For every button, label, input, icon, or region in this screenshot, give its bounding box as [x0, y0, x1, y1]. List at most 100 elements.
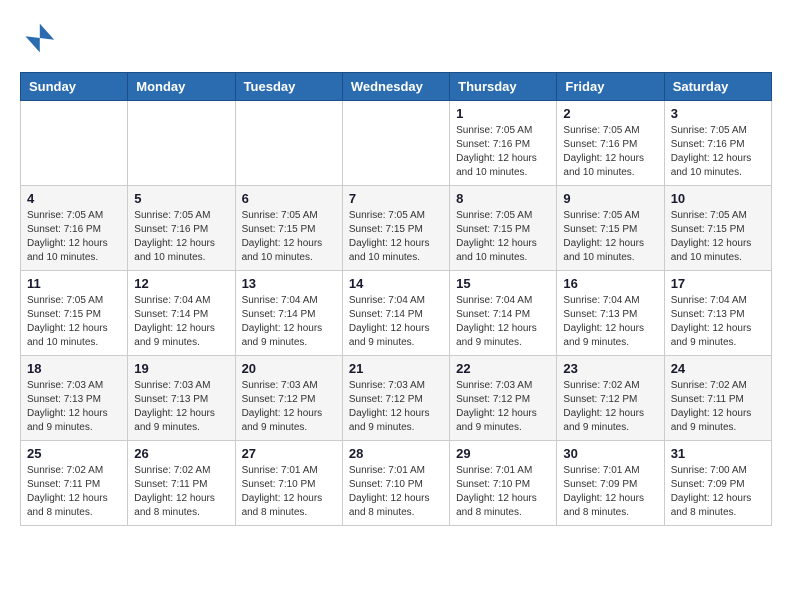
day-number: 28 — [349, 446, 443, 461]
calendar-cell: 29Sunrise: 7:01 AM Sunset: 7:10 PM Dayli… — [450, 441, 557, 526]
day-info: Sunrise: 7:00 AM Sunset: 7:09 PM Dayligh… — [671, 464, 765, 520]
day-info: Sunrise: 7:02 AM Sunset: 7:12 PM Dayligh… — [563, 379, 657, 435]
day-number: 10 — [671, 191, 765, 206]
calendar-cell: 15Sunrise: 7:04 AM Sunset: 7:14 PM Dayli… — [450, 271, 557, 356]
calendar-cell: 11 Sunrise: 7:05 AM Sunset: 7:15 PM Dayli… — [21, 271, 128, 356]
page-header — [20, 20, 772, 56]
calendar-cell: 20 Sunrise: 7:03 AM Sunset: 7:12 PM Dayli… — [235, 356, 342, 441]
calendar-week-5: 25 Sunrise: 7:02 AM Sunset: 7:11 PM Dayli… — [21, 441, 772, 526]
day-info: Sunrise: 7:05 AM Sunset: 7:15 PM Dayligh… — [456, 209, 550, 265]
day-number: 18 — [27, 361, 121, 376]
day-info: Sunrise: 7:03 AM Sunset: 7:13 PM Dayligh… — [134, 379, 228, 435]
calendar-cell: 26 Sunrise: 7:02 AM Sunset: 7:11 PM Dayli… — [128, 441, 235, 526]
day-info: Sunrise: 7:01 AM Sunset: 7:10 PM Dayligh… — [242, 464, 336, 520]
calendar-cell: 18 Sunrise: 7:03 AM Sunset: 7:13 PM Dayli… — [21, 356, 128, 441]
day-info: Sunrise: 7:05 AM Sunset: 7:15 PM Dayligh… — [671, 209, 765, 265]
calendar-cell: 10 Sunrise: 7:05 AM Sunset: 7:15 PM Dayli… — [664, 186, 771, 271]
day-number: 31 — [671, 446, 765, 461]
header-friday: Friday — [557, 73, 664, 101]
day-number: 26 — [134, 446, 228, 461]
calendar-cell: 21Sunrise: 7:03 AM Sunset: 7:12 PM Dayli… — [342, 356, 449, 441]
calendar-cell: 19 Sunrise: 7:03 AM Sunset: 7:13 PM Dayli… — [128, 356, 235, 441]
day-number: 24 — [671, 361, 765, 376]
day-info: Sunrise: 7:04 AM Sunset: 7:13 PM Dayligh… — [671, 294, 765, 350]
day-info: Sunrise: 7:02 AM Sunset: 7:11 PM Dayligh… — [671, 379, 765, 435]
day-number: 3 — [671, 106, 765, 121]
calendar-cell: 5 Sunrise: 7:05 AM Sunset: 7:16 PM Daylig… — [128, 186, 235, 271]
calendar-cell: 30Sunrise: 7:01 AM Sunset: 7:09 PM Dayli… — [557, 441, 664, 526]
day-number: 8 — [456, 191, 550, 206]
day-info: Sunrise: 7:03 AM Sunset: 7:13 PM Dayligh… — [27, 379, 121, 435]
day-info: Sunrise: 7:04 AM Sunset: 7:14 PM Dayligh… — [242, 294, 336, 350]
day-info: Sunrise: 7:05 AM Sunset: 7:15 PM Dayligh… — [349, 209, 443, 265]
calendar-cell: 22 Sunrise: 7:03 AM Sunset: 7:12 PM Dayli… — [450, 356, 557, 441]
calendar-cell: 12 Sunrise: 7:04 AM Sunset: 7:14 PM Dayli… — [128, 271, 235, 356]
day-number: 22 — [456, 361, 550, 376]
day-number: 11 — [27, 276, 121, 291]
logo-icon — [20, 20, 56, 56]
day-info: Sunrise: 7:01 AM Sunset: 7:10 PM Dayligh… — [349, 464, 443, 520]
calendar-cell — [21, 101, 128, 186]
calendar-week-1: 1 Sunrise: 7:05 AM Sunset: 7:16 PM Daylig… — [21, 101, 772, 186]
calendar-header-row: SundayMondayTuesdayWednesdayThursdayFrid… — [21, 73, 772, 101]
day-info: Sunrise: 7:01 AM Sunset: 7:09 PM Dayligh… — [563, 464, 657, 520]
day-number: 27 — [242, 446, 336, 461]
day-number: 12 — [134, 276, 228, 291]
day-info: Sunrise: 7:05 AM Sunset: 7:16 PM Dayligh… — [27, 209, 121, 265]
calendar-week-3: 11 Sunrise: 7:05 AM Sunset: 7:15 PM Dayli… — [21, 271, 772, 356]
day-number: 6 — [242, 191, 336, 206]
header-sunday: Sunday — [21, 73, 128, 101]
calendar-cell: 24 Sunrise: 7:02 AM Sunset: 7:11 PM Dayli… — [664, 356, 771, 441]
calendar-cell: 31 Sunrise: 7:00 AM Sunset: 7:09 PM Dayli… — [664, 441, 771, 526]
day-info: Sunrise: 7:03 AM Sunset: 7:12 PM Dayligh… — [349, 379, 443, 435]
calendar-cell: 1 Sunrise: 7:05 AM Sunset: 7:16 PM Daylig… — [450, 101, 557, 186]
calendar-cell: 2Sunrise: 7:05 AM Sunset: 7:16 PM Daylig… — [557, 101, 664, 186]
calendar-cell: 23 Sunrise: 7:02 AM Sunset: 7:12 PM Dayli… — [557, 356, 664, 441]
calendar-cell: 27 Sunrise: 7:01 AM Sunset: 7:10 PM Dayli… — [235, 441, 342, 526]
day-number: 1 — [456, 106, 550, 121]
calendar-cell: 16Sunrise: 7:04 AM Sunset: 7:13 PM Dayli… — [557, 271, 664, 356]
calendar-cell: 8 Sunrise: 7:05 AM Sunset: 7:15 PM Daylig… — [450, 186, 557, 271]
day-info: Sunrise: 7:05 AM Sunset: 7:16 PM Dayligh… — [456, 124, 550, 180]
calendar-cell: 28 Sunrise: 7:01 AM Sunset: 7:10 PM Dayli… — [342, 441, 449, 526]
day-number: 14 — [349, 276, 443, 291]
calendar-cell: 6Sunrise: 7:05 AM Sunset: 7:15 PM Daylig… — [235, 186, 342, 271]
day-number: 7 — [349, 191, 443, 206]
day-number: 4 — [27, 191, 121, 206]
calendar-cell: 4 Sunrise: 7:05 AM Sunset: 7:16 PM Daylig… — [21, 186, 128, 271]
day-info: Sunrise: 7:02 AM Sunset: 7:11 PM Dayligh… — [134, 464, 228, 520]
header-monday: Monday — [128, 73, 235, 101]
calendar-cell — [342, 101, 449, 186]
calendar-cell — [128, 101, 235, 186]
calendar-cell: 7 Sunrise: 7:05 AM Sunset: 7:15 PM Daylig… — [342, 186, 449, 271]
calendar-cell: 14 Sunrise: 7:04 AM Sunset: 7:14 PM Dayli… — [342, 271, 449, 356]
day-info: Sunrise: 7:04 AM Sunset: 7:14 PM Dayligh… — [456, 294, 550, 350]
day-info: Sunrise: 7:03 AM Sunset: 7:12 PM Dayligh… — [242, 379, 336, 435]
day-number: 9 — [563, 191, 657, 206]
day-info: Sunrise: 7:05 AM Sunset: 7:16 PM Dayligh… — [671, 124, 765, 180]
calendar-cell — [235, 101, 342, 186]
calendar-week-4: 18 Sunrise: 7:03 AM Sunset: 7:13 PM Dayli… — [21, 356, 772, 441]
day-info: Sunrise: 7:05 AM Sunset: 7:16 PM Dayligh… — [134, 209, 228, 265]
day-number: 25 — [27, 446, 121, 461]
day-number: 16 — [563, 276, 657, 291]
day-number: 20 — [242, 361, 336, 376]
header-tuesday: Tuesday — [235, 73, 342, 101]
calendar: SundayMondayTuesdayWednesdayThursdayFrid… — [20, 72, 772, 526]
day-info: Sunrise: 7:01 AM Sunset: 7:10 PM Dayligh… — [456, 464, 550, 520]
day-number: 5 — [134, 191, 228, 206]
day-info: Sunrise: 7:02 AM Sunset: 7:11 PM Dayligh… — [27, 464, 121, 520]
day-info: Sunrise: 7:05 AM Sunset: 7:15 PM Dayligh… — [27, 294, 121, 350]
day-info: Sunrise: 7:03 AM Sunset: 7:12 PM Dayligh… — [456, 379, 550, 435]
day-number: 13 — [242, 276, 336, 291]
day-number: 2 — [563, 106, 657, 121]
day-number: 19 — [134, 361, 228, 376]
day-info: Sunrise: 7:04 AM Sunset: 7:14 PM Dayligh… — [134, 294, 228, 350]
day-info: Sunrise: 7:04 AM Sunset: 7:14 PM Dayligh… — [349, 294, 443, 350]
calendar-week-2: 4 Sunrise: 7:05 AM Sunset: 7:16 PM Daylig… — [21, 186, 772, 271]
day-number: 17 — [671, 276, 765, 291]
day-number: 23 — [563, 361, 657, 376]
logo — [20, 20, 62, 56]
calendar-cell: 13 Sunrise: 7:04 AM Sunset: 7:14 PM Dayli… — [235, 271, 342, 356]
calendar-cell: 17 Sunrise: 7:04 AM Sunset: 7:13 PM Dayli… — [664, 271, 771, 356]
